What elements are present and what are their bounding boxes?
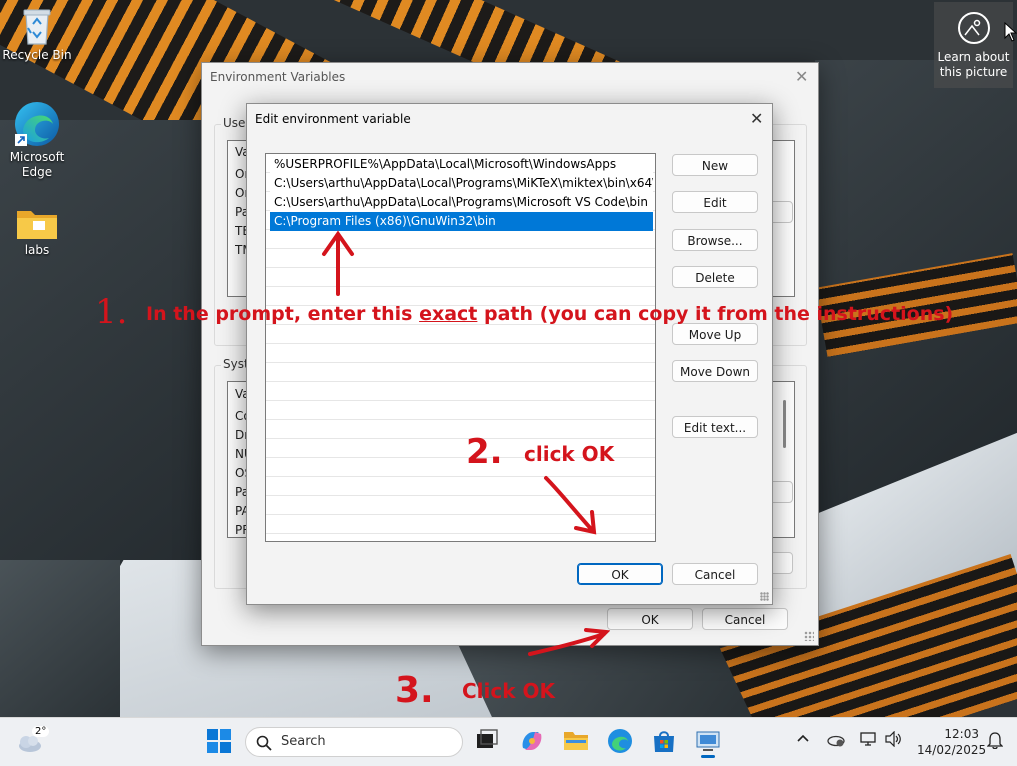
step1-text-after: path (you can copy it from the instructi…	[477, 303, 954, 325]
path-entry[interactable]: C:\Users\arthu\AppData\Local\Programs\Mi…	[270, 174, 653, 193]
step1-text-before: In the prompt, enter this	[146, 303, 420, 325]
step2-arrow-icon	[544, 476, 597, 535]
microsoft-edge-shortcut[interactable]: Microsoft Edge	[2, 100, 72, 180]
search-placeholder: Search	[281, 734, 326, 749]
file-explorer-icon	[564, 732, 588, 750]
env-cancel-button[interactable]: Cancel	[702, 608, 788, 630]
clock-date: 14/02/2025	[917, 743, 987, 757]
env-ok-button[interactable]: OK	[607, 608, 693, 630]
onedrive-icon	[827, 735, 845, 747]
notifications-button[interactable]	[986, 731, 1004, 752]
store-icon	[654, 731, 674, 752]
step1-instruction: In the prompt, enter this exact path (yo…	[146, 303, 953, 325]
env-window-title: Environment Variables	[210, 70, 346, 84]
learn-about-picture-label: Learn about this picture	[937, 50, 1010, 79]
system-properties-taskbar-button[interactable]	[695, 728, 721, 758]
weather-temperature: 2°	[32, 726, 50, 737]
labs-folder-label: labs	[24, 243, 50, 257]
recycle-bin-icon	[19, 6, 55, 46]
move-down-button[interactable]: Move Down	[672, 360, 758, 382]
step3-arrow-icon	[528, 628, 610, 656]
step3-number: 3.	[395, 670, 434, 711]
show-hidden-icons-button[interactable]	[796, 731, 810, 748]
taskbar-search-box[interactable]: Search	[245, 727, 463, 757]
file-explorer-button[interactable]	[563, 728, 589, 754]
step2-number: 2.	[466, 432, 503, 472]
edge-icon	[13, 100, 61, 148]
move-up-button[interactable]: Move Up	[672, 323, 758, 345]
start-button[interactable]	[207, 729, 233, 755]
system-properties-icon	[696, 731, 720, 751]
dialog-ok-button[interactable]: OK	[577, 563, 663, 585]
clock[interactable]: 12:03 14/02/2025	[917, 726, 987, 758]
edit-dialog-close-icon[interactable]: ✕	[750, 109, 763, 128]
path-entry[interactable]: C:\Users\arthu\AppData\Local\Programs\Mi…	[270, 193, 653, 212]
recycle-bin-shortcut[interactable]: Recycle Bin	[2, 6, 72, 63]
taskbar: 2° Search 12:03 14/02/2025	[0, 717, 1017, 766]
step3-text: Click OK	[462, 679, 556, 703]
microsoft-store-button[interactable]	[651, 728, 677, 754]
edge-taskbar-icon	[608, 729, 632, 753]
new-button[interactable]: New	[672, 154, 758, 176]
active-app-indicator	[701, 755, 715, 758]
task-view-icon	[477, 729, 498, 748]
edge-taskbar-button[interactable]	[607, 728, 633, 754]
clock-time: 12:03	[944, 727, 979, 741]
copilot-button[interactable]	[519, 728, 545, 754]
copilot-icon	[522, 732, 542, 750]
edit-text-button[interactable]: Edit text...	[672, 416, 758, 438]
learn-about-picture-button[interactable]: Learn about this picture	[934, 2, 1013, 88]
env-close-icon[interactable]: ✕	[795, 67, 808, 86]
path-entry[interactable]: %USERPROFILE%\AppData\Local\Microsoft\Wi…	[270, 155, 653, 174]
system-list-scrollbar[interactable]	[783, 400, 786, 448]
delete-button[interactable]: Delete	[672, 266, 758, 288]
search-icon	[256, 735, 272, 751]
landscape-icon	[957, 12, 990, 44]
bell-icon	[986, 732, 1004, 750]
mouse-cursor-icon	[1004, 21, 1017, 45]
step1-text-emph: exact	[419, 303, 478, 325]
dialog-resize-grip-icon[interactable]	[760, 592, 769, 601]
volume-tray-button[interactable]	[884, 730, 902, 750]
folder-icon	[15, 205, 59, 241]
edit-dialog-title: Edit environment variable	[255, 112, 411, 126]
windows-logo-icon	[207, 729, 231, 753]
microsoft-edge-label: Microsoft Edge	[9, 150, 65, 179]
network-tray-button[interactable]	[859, 731, 877, 750]
onedrive-tray-button[interactable]	[826, 731, 846, 750]
network-icon	[860, 732, 876, 746]
step1-number: 1.	[95, 292, 128, 332]
step2-text: click OK	[524, 442, 615, 466]
recycle-bin-label: Recycle Bin	[2, 48, 72, 62]
step1-arrow-icon	[322, 230, 354, 296]
task-view-button[interactable]	[475, 728, 501, 754]
wallpaper-shadow	[0, 560, 120, 717]
speaker-icon	[885, 730, 901, 748]
chevron-up-icon	[797, 734, 809, 742]
browse-button[interactable]: Browse...	[672, 229, 758, 251]
labs-folder-shortcut[interactable]: labs	[2, 205, 72, 258]
weather-widget[interactable]: 2°	[14, 726, 54, 756]
dialog-cancel-button[interactable]: Cancel	[672, 563, 758, 585]
resize-grip-icon[interactable]	[804, 631, 814, 641]
edit-button[interactable]: Edit	[672, 191, 758, 213]
